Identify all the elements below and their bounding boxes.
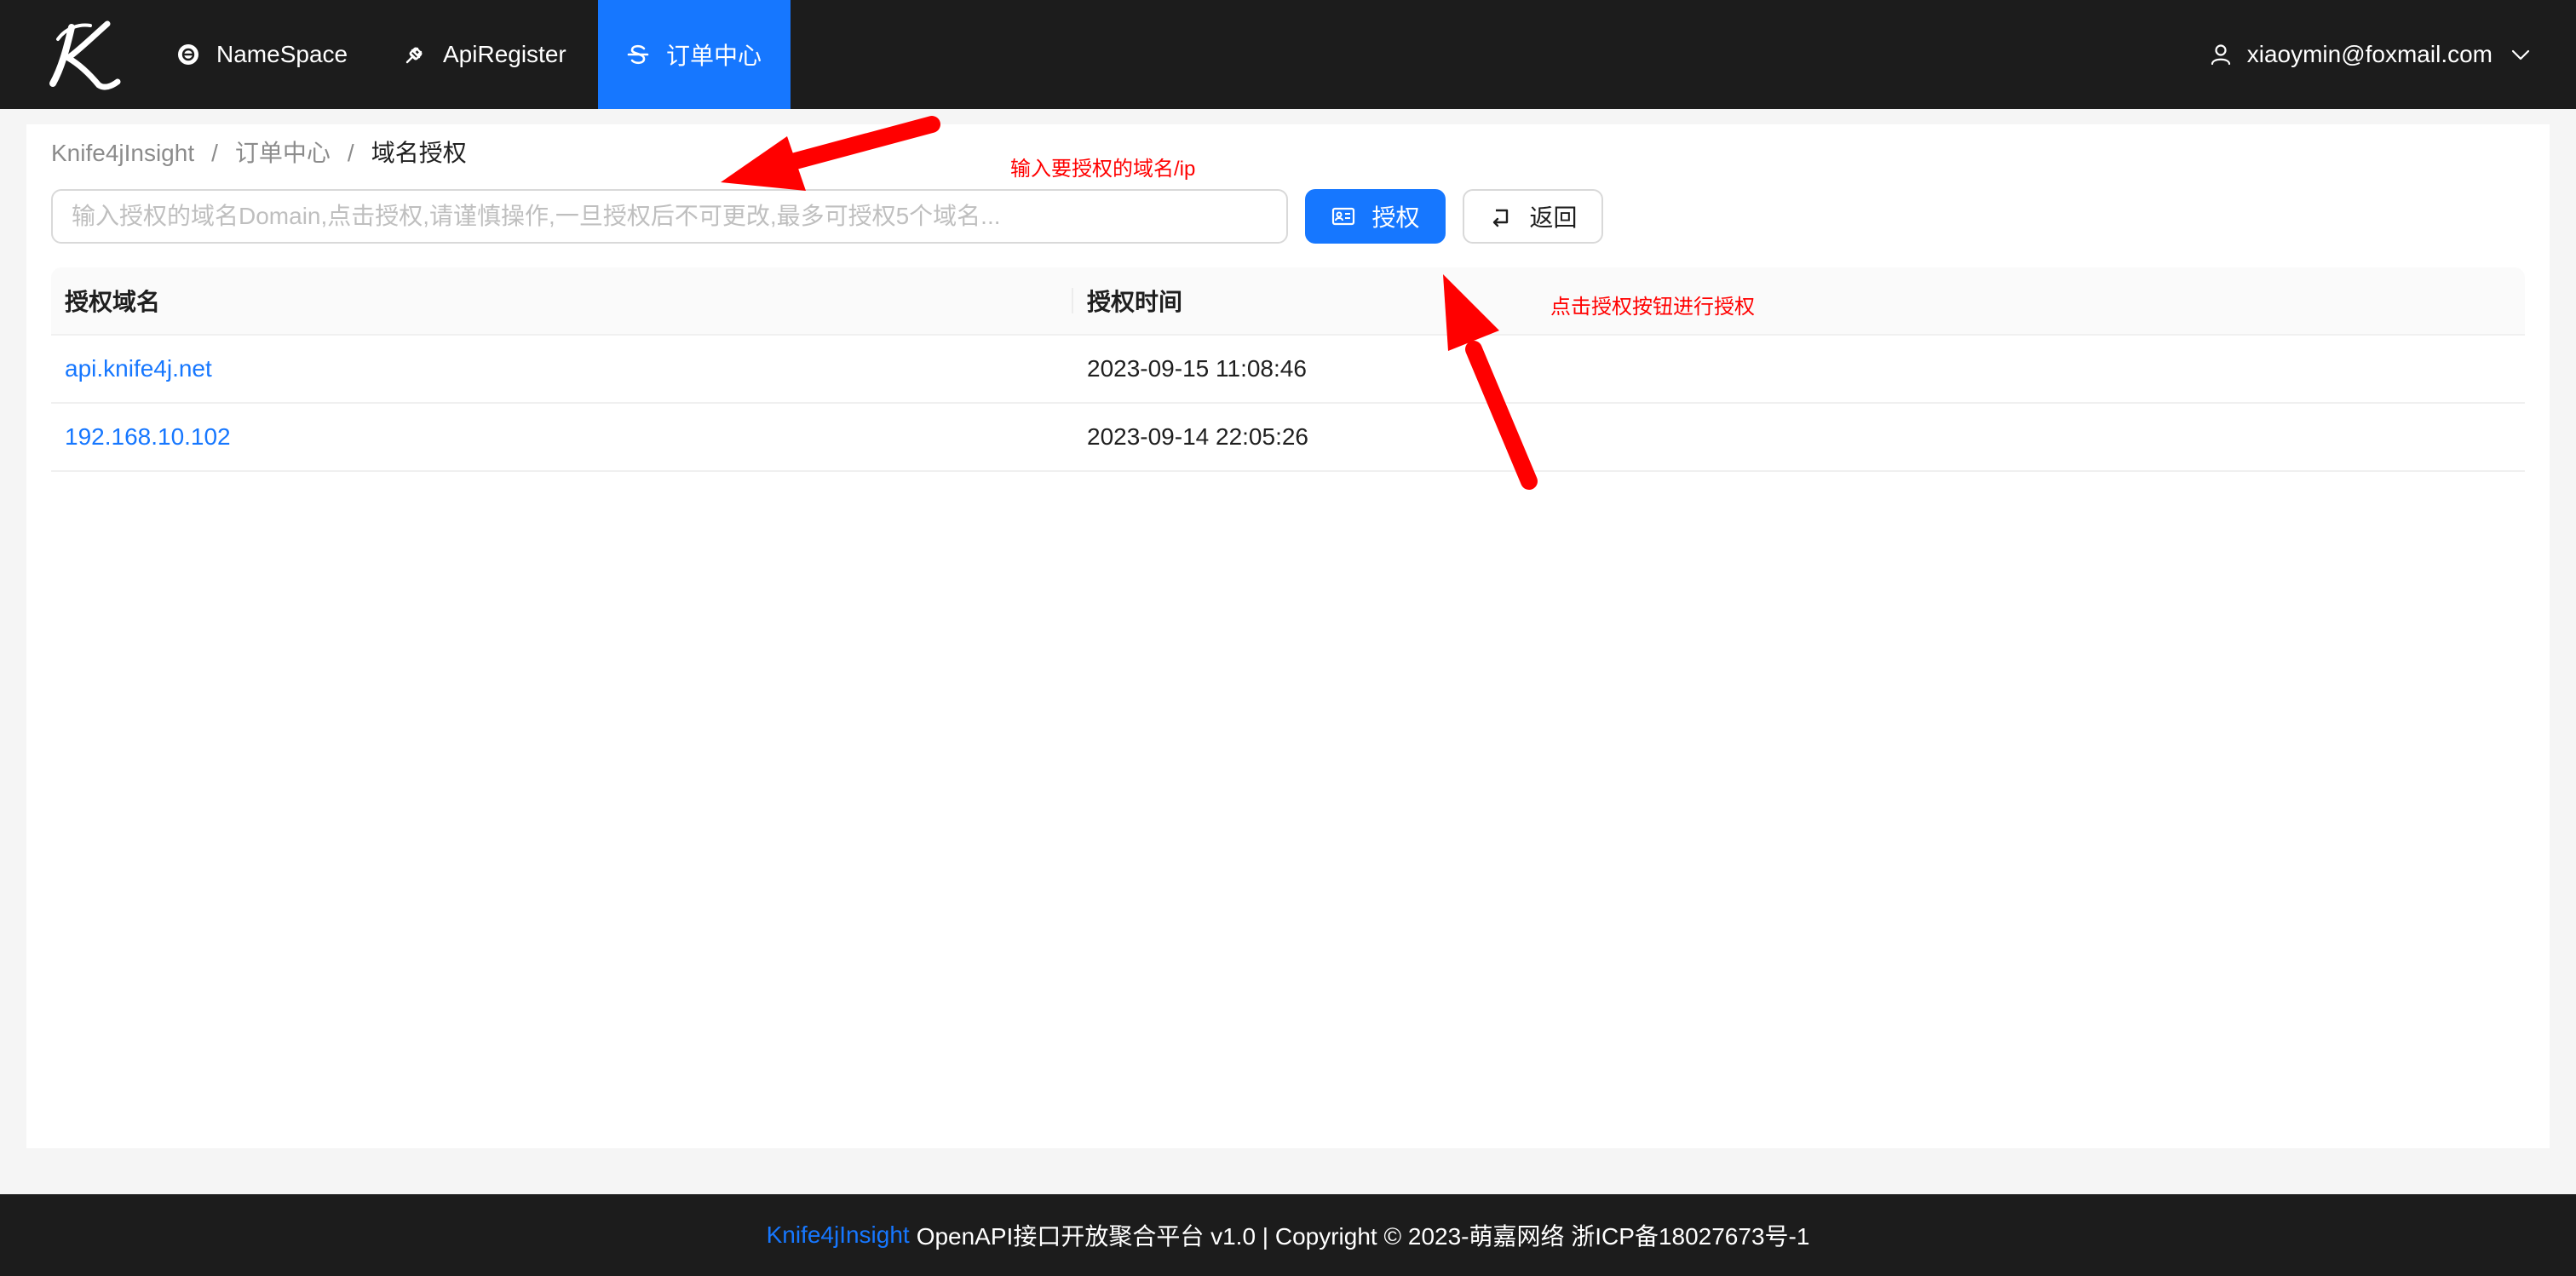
api-register-icon bbox=[405, 47, 423, 64]
nav-label-order-center: 订单中心 bbox=[666, 43, 762, 69]
breadcrumb-separator: / bbox=[211, 140, 218, 166]
knife4j-logo[interactable] bbox=[46, 15, 124, 94]
main-content: Knife4jInsight / 订单中心 / 域名授权 授权 返回 授权域名 … bbox=[26, 124, 2550, 1148]
domain-auth-table: 授权域名 授权时间 api.knife4j.net 2023-09-15 11:… bbox=[51, 267, 2525, 472]
column-header-domain: 授权域名 bbox=[51, 267, 1073, 334]
domain-link[interactable]: api.knife4j.net bbox=[51, 336, 1073, 402]
nav-item-namespace[interactable]: NameSpace bbox=[175, 0, 348, 109]
order-center-icon bbox=[627, 44, 649, 65]
breadcrumb-separator: / bbox=[347, 140, 354, 166]
back-button-label: 返回 bbox=[1529, 204, 1578, 231]
user-email: xiaoymin@foxmail.com bbox=[2246, 41, 2493, 67]
top-header: NameSpace ApiRegister 订单中心 xiaoymin@foxm… bbox=[0, 0, 2576, 109]
domain-link[interactable]: 192.168.10.102 bbox=[51, 404, 1073, 470]
footer-copyright: OpenAPI接口开放聚合平台 v1.0 | Copyright © 2023-… bbox=[916, 1223, 1810, 1250]
table-row: api.knife4j.net 2023-09-15 11:08:46 bbox=[51, 336, 2525, 404]
column-header-time: 授权时间 bbox=[1087, 289, 1183, 315]
footer: Knife4jInsight OpenAPI接口开放聚合平台 v1.0 | Co… bbox=[0, 1194, 2576, 1276]
authorize-button-label: 授权 bbox=[1371, 204, 1420, 231]
breadcrumb-item-current: 域名授权 bbox=[371, 140, 467, 166]
table-header: 授权域名 授权时间 bbox=[51, 267, 2525, 336]
breadcrumb: Knife4jInsight / 订单中心 / 域名授权 bbox=[51, 133, 467, 174]
nav-label-apiregister: ApiRegister bbox=[443, 41, 566, 67]
back-button[interactable]: 返回 bbox=[1463, 189, 1603, 244]
footer-brand-link[interactable]: Knife4jInsight bbox=[767, 1221, 910, 1249]
user-menu[interactable]: xiaoymin@foxmail.com bbox=[2210, 0, 2530, 109]
return-icon bbox=[1493, 209, 1509, 227]
annotation-input-hint: 输入要授权的域名/ip bbox=[1010, 158, 1196, 181]
auth-time: 2023-09-15 11:08:46 bbox=[1087, 355, 1307, 382]
user-icon bbox=[2211, 44, 2230, 66]
annotation-button-hint: 点击授权按钮进行授权 bbox=[1550, 296, 1755, 319]
breadcrumb-item-order-center[interactable]: 订单中心 bbox=[235, 133, 331, 174]
id-card-icon bbox=[1332, 207, 1355, 226]
namespace-icon bbox=[178, 44, 198, 65]
nav-item-apiregister[interactable]: ApiRegister bbox=[402, 0, 566, 109]
domain-input[interactable] bbox=[51, 189, 1288, 244]
auth-time: 2023-09-14 22:05:26 bbox=[1087, 423, 1308, 450]
table-row: 192.168.10.102 2023-09-14 22:05:26 bbox=[51, 404, 2525, 472]
chevron-down-icon bbox=[2511, 49, 2530, 60]
nav-item-order-center[interactable]: 订单中心 bbox=[598, 0, 791, 109]
authorize-button[interactable]: 授权 bbox=[1305, 189, 1446, 244]
nav-label-namespace: NameSpace bbox=[216, 41, 348, 67]
breadcrumb-item-home[interactable]: Knife4jInsight bbox=[51, 133, 194, 174]
